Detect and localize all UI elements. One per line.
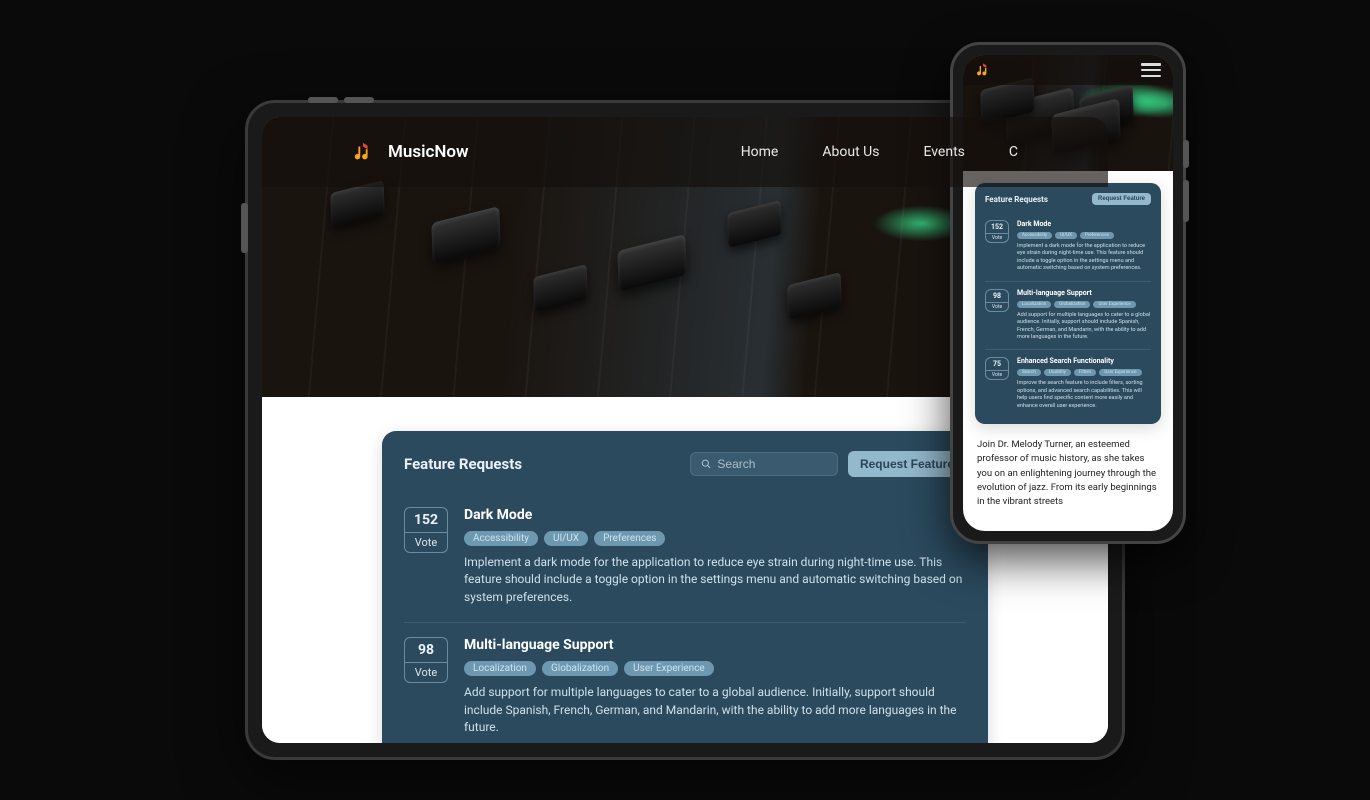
tag[interactable]: Filters bbox=[1074, 369, 1096, 376]
search-input[interactable] bbox=[717, 457, 827, 471]
vote-count: 98 bbox=[405, 638, 447, 662]
tag[interactable]: User Experience bbox=[1093, 301, 1135, 308]
tag[interactable]: Globalization bbox=[542, 661, 618, 676]
tag[interactable]: Localization bbox=[464, 661, 536, 676]
request-feature-button[interactable]: Request Feature bbox=[848, 451, 966, 477]
vote-count: 75 bbox=[986, 358, 1008, 370]
nav-home[interactable]: Home bbox=[741, 144, 779, 160]
music-note-icon bbox=[352, 141, 374, 163]
feature-requests-header: Feature Requests Request Feature bbox=[404, 451, 966, 477]
nav-events[interactable]: Events bbox=[923, 144, 964, 160]
tag-list: Localization Globalization User Experien… bbox=[464, 661, 966, 676]
tag[interactable]: Search bbox=[1017, 369, 1041, 376]
tag[interactable]: Accessibility bbox=[464, 531, 538, 546]
hamburger-menu-icon[interactable] bbox=[1141, 63, 1161, 77]
tag[interactable]: Accessibility bbox=[1017, 232, 1052, 239]
tag[interactable]: User Experience bbox=[1099, 369, 1141, 376]
feature-description: Implement a dark mode for the applicatio… bbox=[1017, 243, 1151, 273]
feature-requests-title: Feature Requests bbox=[985, 195, 1048, 204]
music-note-icon bbox=[975, 62, 991, 78]
nav-more[interactable]: C bbox=[1009, 144, 1018, 160]
tag[interactable]: Localization bbox=[1017, 301, 1051, 308]
tag-list: Accessibility UI/UX Preferences bbox=[464, 531, 966, 546]
vote-box: 98 Vote bbox=[985, 289, 1009, 312]
feature-description: Add support for multiple languages to ca… bbox=[464, 684, 966, 736]
tablet-side-button bbox=[241, 203, 248, 253]
feature-request-item: 98 Vote Multi-language Support Localizat… bbox=[404, 623, 966, 743]
tablet-top-buttons bbox=[308, 97, 374, 103]
feature-requests-card: Feature Requests Request Feature 152 Vot… bbox=[382, 431, 988, 743]
vote-button[interactable]: Vote bbox=[986, 233, 1008, 242]
request-feature-button[interactable]: Request Feature bbox=[1092, 193, 1151, 205]
feature-requests-title: Feature Requests bbox=[404, 455, 522, 473]
tag-list: Accessibility UI/UX Preferences bbox=[1017, 232, 1151, 239]
feature-request-item: 75 Vote Enhanced Search Functionality Se… bbox=[985, 350, 1151, 418]
tag[interactable]: UI/UX bbox=[1055, 232, 1077, 239]
brand[interactable]: MusicNow bbox=[352, 141, 469, 163]
vote-box: 98 Vote bbox=[404, 637, 448, 683]
vote-box: 152 Vote bbox=[404, 507, 448, 553]
feature-requests-header: Feature Requests Request Feature bbox=[985, 193, 1151, 205]
app-title: MusicNow bbox=[388, 142, 469, 162]
vote-button[interactable]: Vote bbox=[986, 370, 1008, 379]
feature-description: Add support for multiple languages to ca… bbox=[1017, 312, 1151, 342]
nav-about[interactable]: About Us bbox=[822, 144, 879, 160]
feature-title: Dark Mode bbox=[464, 507, 966, 523]
feature-requests-card: Feature Requests Request Feature 152 Vot… bbox=[975, 183, 1161, 424]
feature-request-item: 152 Vote Dark Mode Accessibility UI/UX P… bbox=[404, 493, 966, 623]
tag-list: Localization Globalization User Experien… bbox=[1017, 301, 1151, 308]
feature-description: Improve the search feature to include fi… bbox=[1017, 380, 1151, 410]
vote-button[interactable]: Vote bbox=[986, 302, 1008, 311]
tag[interactable]: Preferences bbox=[594, 531, 665, 546]
feature-request-item: 152 Vote Dark Mode Accessibility UI/UX P… bbox=[985, 213, 1151, 282]
vote-box: 152 Vote bbox=[985, 220, 1009, 243]
tag[interactable]: UI/UX bbox=[544, 531, 588, 546]
vote-count: 152 bbox=[986, 221, 1008, 233]
tag-list: Search Usability Filters User Experience bbox=[1017, 369, 1151, 376]
tag[interactable]: User Experience bbox=[624, 661, 714, 676]
vote-count: 98 bbox=[986, 290, 1008, 302]
phone-side-button bbox=[1183, 140, 1189, 168]
phone-side-button bbox=[1183, 180, 1189, 222]
tag[interactable]: Usability bbox=[1044, 369, 1071, 376]
search-input-wrap[interactable] bbox=[690, 452, 838, 476]
tag[interactable]: Globalization bbox=[1054, 301, 1090, 308]
article-excerpt: Join Dr. Melody Turner, an esteemed prof… bbox=[975, 438, 1161, 509]
phone-topbar bbox=[963, 55, 1173, 85]
vote-box: 75 Vote bbox=[985, 357, 1009, 380]
nav-links: Home About Us Events C bbox=[741, 144, 1018, 160]
tag[interactable]: Preferences bbox=[1080, 232, 1114, 239]
phone-body: Feature Requests Request Feature 152 Vot… bbox=[963, 171, 1173, 509]
search-icon bbox=[701, 458, 711, 470]
feature-request-item: 98 Vote Multi-language Support Localizat… bbox=[985, 282, 1151, 351]
vote-button[interactable]: Vote bbox=[405, 532, 447, 552]
feature-title: Multi-language Support bbox=[1017, 289, 1151, 297]
feature-title: Dark Mode bbox=[1017, 220, 1151, 228]
vote-button[interactable]: Vote bbox=[405, 662, 447, 682]
feature-title: Multi-language Support bbox=[464, 637, 966, 653]
feature-title: Enhanced Search Functionality bbox=[1017, 357, 1151, 365]
vote-count: 152 bbox=[405, 508, 447, 532]
feature-description: Implement a dark mode for the applicatio… bbox=[464, 554, 966, 606]
navbar: MusicNow Home About Us Events C bbox=[262, 117, 1108, 187]
